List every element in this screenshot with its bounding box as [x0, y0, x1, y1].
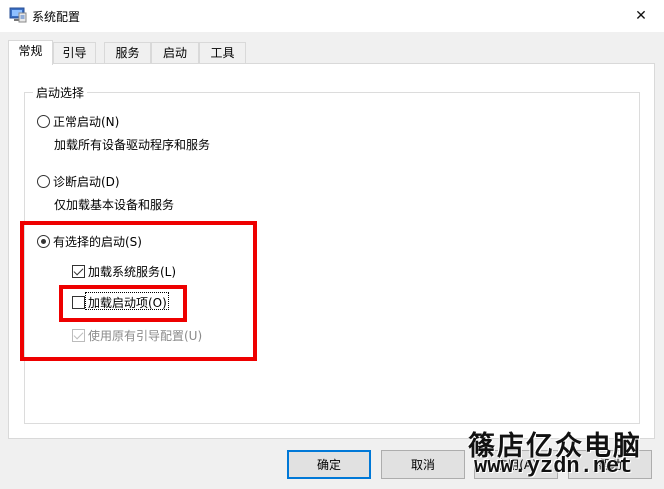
- cancel-button[interactable]: 取消: [381, 450, 465, 479]
- tab-startup[interactable]: 启动: [151, 42, 199, 64]
- msconfig-icon: [9, 7, 27, 23]
- help-button[interactable]: 帮助: [568, 450, 652, 479]
- diagnostic-startup-label: 诊断启动(D): [53, 175, 120, 189]
- close-icon: ✕: [635, 8, 647, 24]
- normal-startup-radio-button[interactable]: [37, 115, 50, 128]
- diagnostic-startup-description: 仅加载基本设备和服务: [54, 198, 175, 212]
- tab-boot-label: 引导: [62, 46, 87, 60]
- tab-general-label: 常规: [18, 44, 43, 58]
- ok-button-label: 确定: [316, 458, 341, 472]
- help-button-label: 帮助: [597, 458, 622, 472]
- apply-button-label: 应用(A): [495, 458, 537, 472]
- window-title: 系统配置: [32, 10, 81, 24]
- normal-startup-description: 加载所有设备驱动程序和服务: [54, 138, 211, 152]
- apply-button[interactable]: 应用(A): [474, 450, 558, 479]
- title-bar: 系统配置 ✕: [0, 0, 664, 32]
- group-legend: 启动选择: [33, 84, 88, 101]
- diagnostic-startup-radio-button[interactable]: [37, 175, 50, 188]
- cancel-button-label: 取消: [410, 458, 435, 472]
- tab-tools[interactable]: 工具: [199, 42, 246, 64]
- close-button[interactable]: ✕: [618, 0, 664, 32]
- tab-general[interactable]: 常规: [8, 40, 53, 65]
- highlight-startup-items-box: [59, 285, 187, 322]
- diagnostic-startup-radio[interactable]: 诊断启动(D): [37, 173, 120, 190]
- tab-services[interactable]: 服务: [104, 42, 151, 64]
- tab-boot[interactable]: 引导: [53, 42, 96, 64]
- tab-tools-label: 工具: [210, 46, 235, 60]
- tab-startup-label: 启动: [162, 46, 187, 60]
- ok-button[interactable]: 确定: [287, 450, 371, 479]
- normal-startup-label: 正常启动(N): [53, 115, 120, 129]
- normal-startup-radio[interactable]: 正常启动(N): [37, 113, 119, 130]
- tab-services-label: 服务: [115, 46, 140, 60]
